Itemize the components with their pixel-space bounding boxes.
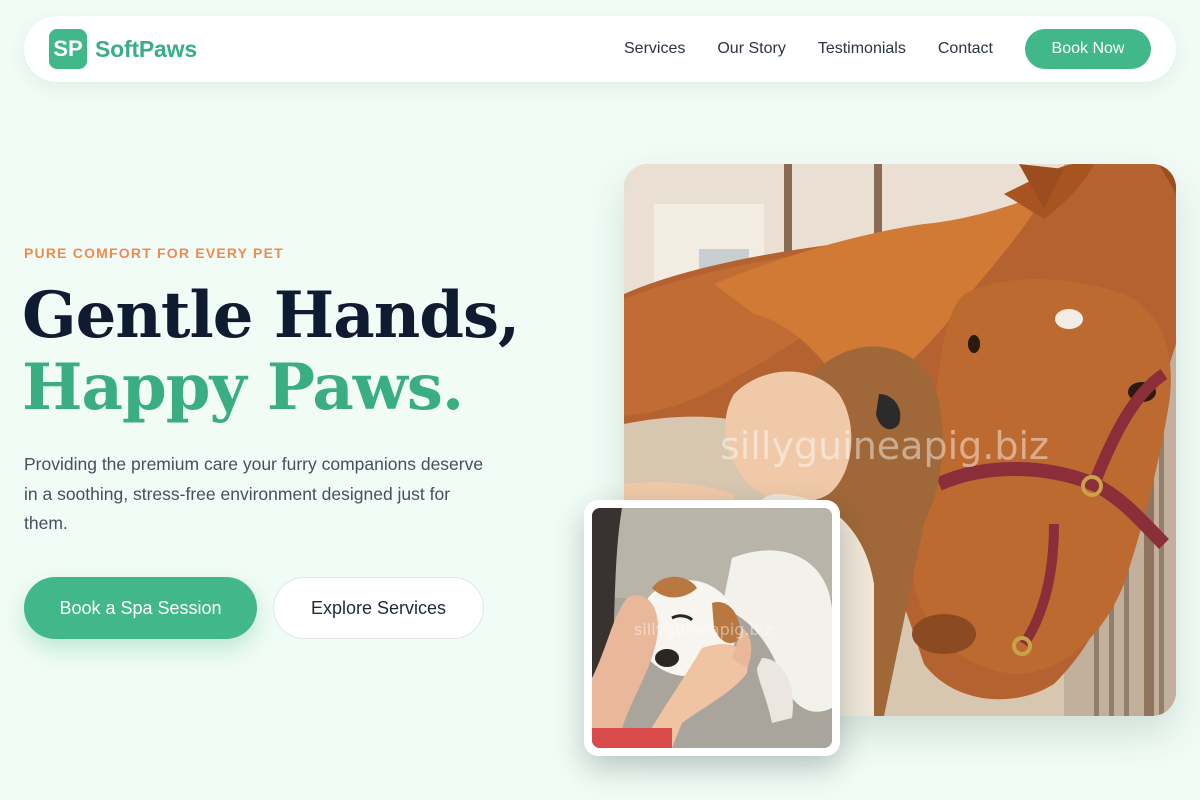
- brand-logo[interactable]: SP SoftPaws: [49, 29, 197, 69]
- book-spa-session-button[interactable]: Book a Spa Session: [24, 577, 257, 639]
- hero-headline: Gentle Hands, Happy Paws.: [22, 280, 542, 424]
- nav-link-testimonials[interactable]: Testimonials: [818, 40, 906, 58]
- landing-page: SP SoftPaws Services Our Story Testimoni…: [0, 0, 1200, 800]
- nav-link-services[interactable]: Services: [624, 40, 685, 58]
- brand-mark-icon: SP: [49, 29, 87, 69]
- nav-links: Services Our Story Testimonials Contact: [624, 40, 993, 58]
- inset-photo-card: sillyguineapig.biz: [584, 500, 840, 756]
- brand-name: SoftPaws: [95, 35, 197, 62]
- nav-link-our-story[interactable]: Our Story: [717, 40, 785, 58]
- nav-link-contact[interactable]: Contact: [938, 40, 993, 58]
- book-now-button[interactable]: Book Now: [1025, 29, 1151, 69]
- headline-line-1: Gentle Hands,: [22, 278, 520, 353]
- puppy-photo-illustration: [592, 508, 832, 748]
- inset-photo-puppy: sillyguineapig.biz: [592, 508, 832, 748]
- headline-line-2: Happy Paws.: [22, 350, 464, 425]
- explore-services-button[interactable]: Explore Services: [273, 577, 484, 639]
- top-navbar: SP SoftPaws Services Our Story Testimoni…: [24, 16, 1176, 82]
- hero-eyebrow: PURE COMFORT FOR EVERY PET: [24, 245, 284, 261]
- hero-description: Providing the premium care your furry co…: [24, 454, 484, 533]
